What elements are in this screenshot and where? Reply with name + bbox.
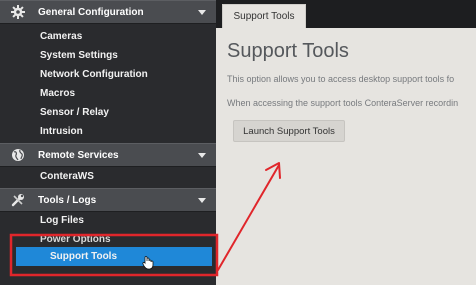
sidebar-item-label: Power Options — [40, 234, 111, 245]
tab-label: Support Tools — [233, 11, 295, 22]
sidebar-item-label: Sensor / Relay — [40, 107, 109, 118]
mouse-cursor-icon — [142, 256, 158, 275]
description-text: This option allows you to access desktop… — [227, 74, 455, 84]
sidebar-item-support-tools[interactable]: Support Tools — [16, 247, 212, 266]
tab-support-tools[interactable]: Support Tools — [222, 4, 306, 28]
sidebar-item-label: ConteraWS — [40, 171, 94, 182]
chevron-down-icon — [198, 198, 206, 203]
launch-support-tools-button[interactable]: Launch Support Tools — [233, 120, 345, 142]
gear-icon — [10, 4, 26, 20]
sidebar-item-intrusion[interactable]: Intrusion — [0, 122, 216, 141]
group-tools-logs[interactable]: Tools / Logs — [0, 188, 216, 212]
sidebar-item-cameras[interactable]: Cameras — [0, 27, 216, 46]
sidebar-item-label: Macros — [40, 88, 76, 99]
sidebar-item-macros[interactable]: Macros — [0, 84, 216, 103]
chevron-down-icon — [198, 10, 206, 15]
group-label: Remote Services — [38, 149, 119, 161]
sidebar: General Configuration Cameras System Set… — [0, 0, 216, 285]
sidebar-item-system-settings[interactable]: System Settings — [0, 46, 216, 65]
sidebar-item-label: Log Files — [40, 215, 84, 226]
group-label: General Configuration — [38, 6, 144, 18]
note-text: When accessing the support tools Contera… — [227, 98, 459, 108]
group-label: Tools / Logs — [38, 194, 97, 206]
sidebar-item-label: Network Configuration — [40, 69, 148, 80]
sidebar-item-label: Support Tools — [50, 251, 118, 262]
sidebar-item-label: System Settings — [40, 50, 118, 61]
sidebar-item-label: Intrusion — [40, 126, 83, 137]
globe-icon — [10, 147, 26, 163]
page-title: Support Tools — [227, 40, 349, 62]
group-remote-services[interactable]: Remote Services — [0, 143, 216, 167]
sidebar-item-network-configuration[interactable]: Network Configuration — [0, 65, 216, 84]
wrench-icon — [10, 192, 26, 208]
content-panel: Support Tools This option allows you to … — [216, 28, 476, 285]
sidebar-item-conterows[interactable]: ConteraWS — [0, 167, 216, 186]
sidebar-item-label: Cameras — [40, 31, 83, 42]
group-general-configuration[interactable]: General Configuration — [0, 0, 216, 24]
sidebar-item-log-files[interactable]: Log Files — [0, 211, 216, 230]
sidebar-item-sensor-relay[interactable]: Sensor / Relay — [0, 103, 216, 122]
chevron-down-icon — [198, 153, 206, 158]
